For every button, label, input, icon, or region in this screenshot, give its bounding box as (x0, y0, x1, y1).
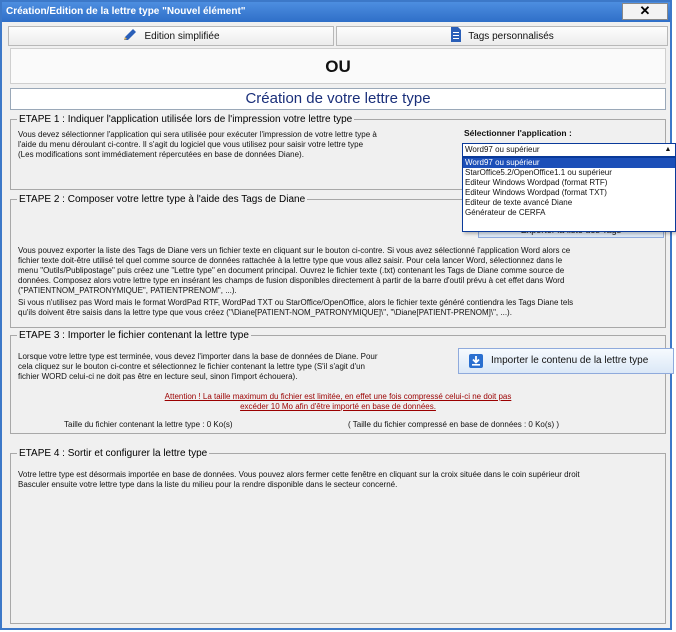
application-option[interactable]: StarOffice5.2/OpenOffice1.1 ou supérieur (463, 168, 675, 178)
section-title: Création de votre lettre type (10, 88, 666, 110)
step2-text-6: Si vous n'utilisez pas Word mais le form… (18, 298, 574, 307)
file-size-label: Taille du fichier contenant la lettre ty… (64, 420, 233, 429)
step3-legend: ETAPE 3 : Importer le fichier contenant … (19, 330, 249, 341)
custom-tags-button[interactable]: Tags personnalisés (336, 26, 668, 46)
step2-text-1: Vous pouvez exporter la liste des Tags d… (18, 246, 571, 255)
step2-text-7: qu'ils doivent être saisis dans la lettr… (18, 308, 512, 317)
step2-text-3: menu "Outils/Publipostage" puis créez un… (18, 266, 565, 275)
application-select-value: Word97 ou supérieur (465, 145, 540, 154)
step2-text-2: fichier texte doit-être utilisé tel quel… (18, 256, 563, 265)
title-bar: Création/Edition de la lettre type "Nouv… (2, 2, 670, 22)
step1-text-3: (Les modifications sont immédiatement ré… (18, 150, 304, 159)
close-icon: ✕ (639, 3, 651, 18)
application-option[interactable]: Editeur de texte avancé Diane (463, 198, 675, 208)
import-letter-button[interactable]: Importer le contenu de la lettre type (458, 348, 674, 374)
step1-text-1: Vous devez sélectionner l'application qu… (18, 130, 377, 139)
application-label: Sélectionner l'application : (464, 128, 572, 138)
step3-group: ETAPE 3 : Importer le fichier contenant … (10, 330, 666, 434)
application-option[interactable]: Word97 ou supérieur (463, 158, 675, 168)
custom-tags-label: Tags personnalisés (468, 31, 554, 42)
application-option[interactable]: Générateur de CERFA (463, 208, 675, 218)
application-select[interactable]: Word97 ou supérieur ▲ (462, 143, 676, 157)
document-icon (451, 27, 462, 42)
or-label: OU (325, 57, 351, 76)
size-warning-2: excéder 10 Mo afin d'être importé en bas… (240, 402, 436, 411)
compressed-size-label: ( Taille du fichier compressé en base de… (348, 420, 560, 429)
or-separator: OU (10, 48, 666, 84)
import-letter-label: Importer le contenu de la lettre type (491, 355, 649, 366)
application-dropdown-list: Word97 ou supérieur StarOffice5.2/OpenOff… (462, 157, 676, 232)
step1-text-2: l'aide du menu déroulant ci-contre. Il s… (18, 140, 364, 149)
step2-text-4: données. Composez alors votre lettre typ… (18, 276, 565, 285)
window-title: Création/Edition de la lettre type "Nouv… (6, 6, 246, 17)
dialog-window: Création/Edition de la lettre type "Nouv… (0, 0, 676, 630)
step4-text-2: Basculer ensuite votre lettre type dans … (18, 480, 398, 489)
application-option[interactable]: Editeur Windows Wordpad (format TXT) (463, 188, 675, 198)
step1-legend: ETAPE 1 : Indiquer l'application utilisé… (19, 114, 353, 125)
application-option[interactable]: Editeur Windows Wordpad (format RTF) (463, 178, 675, 188)
step3-text-1: Lorsque votre lettre type est terminée, … (18, 352, 378, 361)
simple-edit-button[interactable]: Edition simplifiée (8, 26, 334, 46)
dropdown-arrow-icon[interactable]: ▲ (663, 145, 673, 155)
size-warning-1: Attention ! La taille maximum du fichier… (164, 392, 512, 401)
simple-edit-label: Edition simplifiée (144, 31, 220, 42)
step3-text-2: cela cliquez sur le bouton ci-contre et … (18, 362, 365, 371)
section-title-text: Création de votre lettre type (245, 90, 431, 107)
pencil-icon (124, 29, 137, 40)
step4-legend: ETAPE 4 : Sortir et configurer la lettre… (19, 448, 208, 459)
step2-legend: ETAPE 2 : Composer votre lettre type à l… (19, 194, 306, 205)
close-button[interactable]: ✕ (622, 3, 668, 20)
step3-text-3: fichier WORD celui-ci ne doit pas être e… (18, 372, 298, 381)
step2-text-5: ("PATIENTNOM_PATRONYMIQUE", PATIENTPRENO… (18, 286, 237, 295)
step4-text-1: Votre lettre type est désormais importée… (18, 470, 580, 479)
import-icon (469, 354, 483, 368)
